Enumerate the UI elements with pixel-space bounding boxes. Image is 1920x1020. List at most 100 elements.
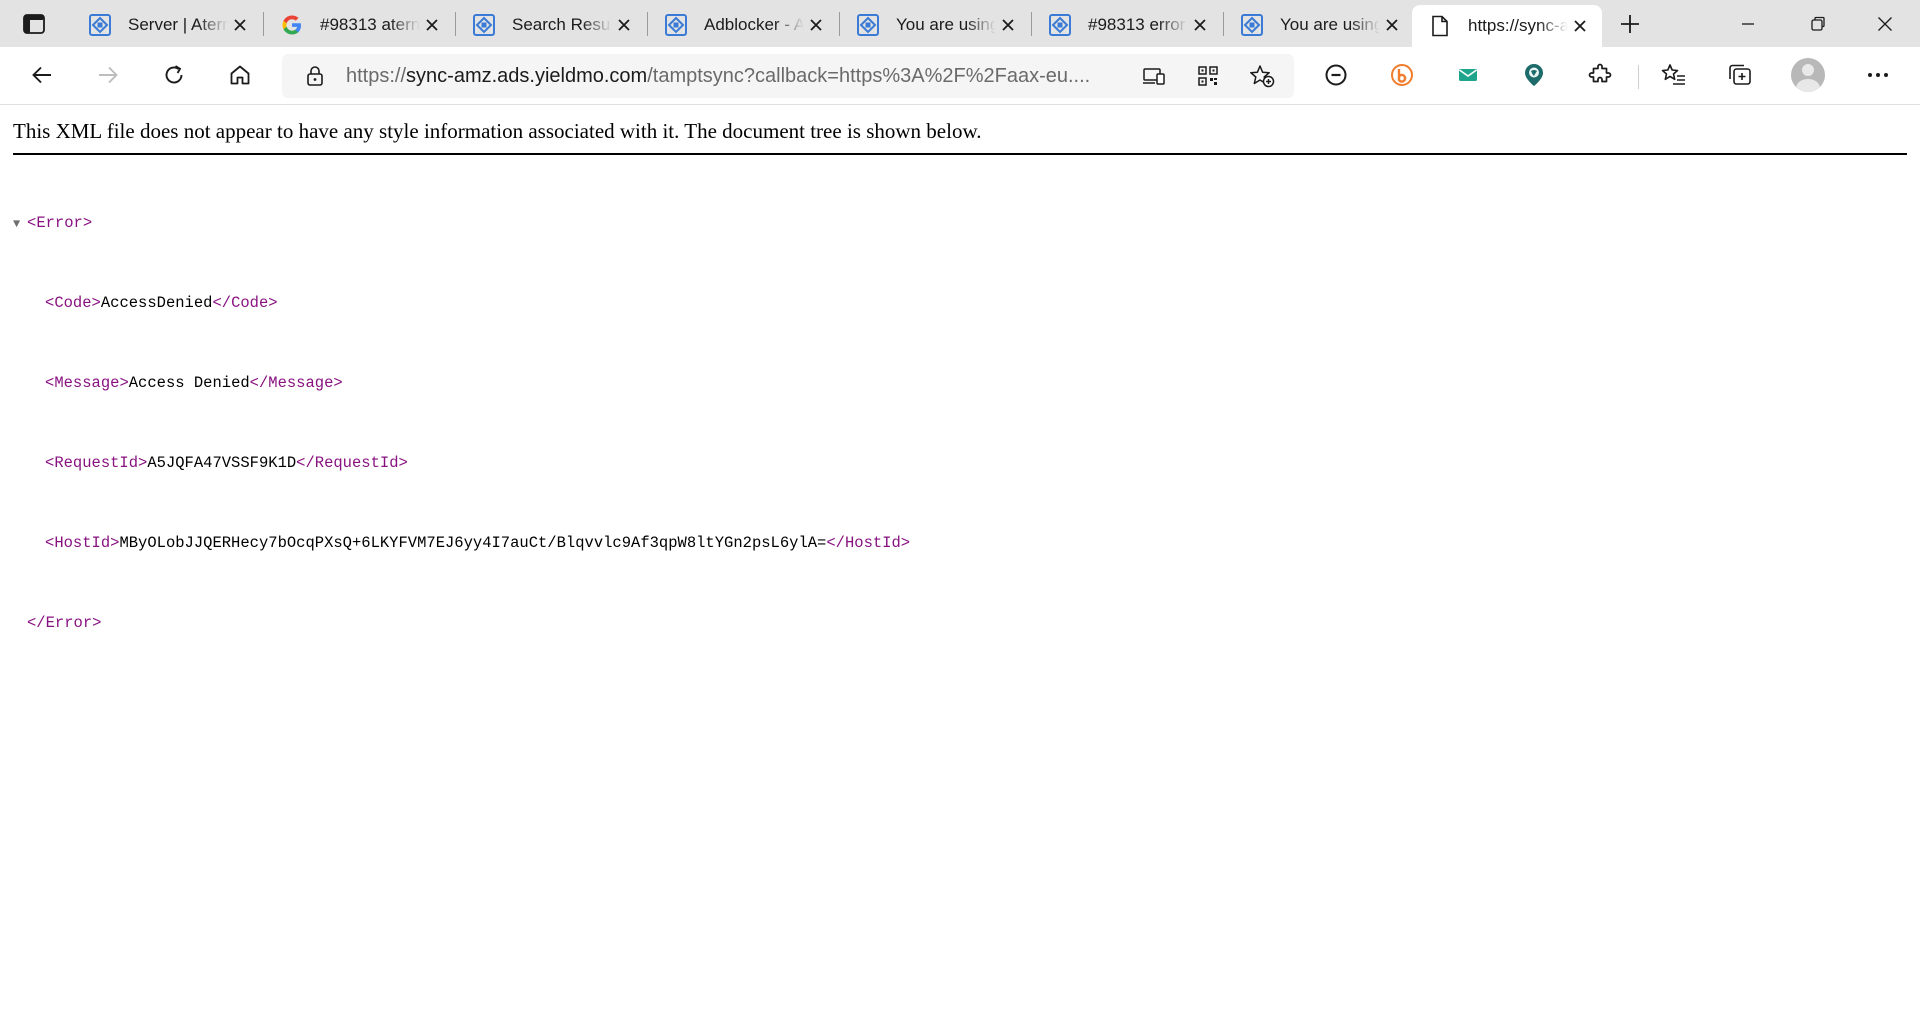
xml-tag-name: RequestId: [54, 454, 139, 472]
extension-globe-button[interactable]: [1514, 55, 1554, 95]
tab-actions-button[interactable]: [14, 7, 54, 41]
extension-adblock-button[interactable]: [1316, 55, 1356, 95]
xml-style-info-message: This XML file does not appear to have an…: [13, 119, 982, 143]
qr-code-icon[interactable]: [1188, 56, 1228, 96]
home-button[interactable]: [220, 55, 260, 95]
xml-tag-close: </Message>: [249, 374, 343, 392]
avatar: [1791, 58, 1825, 92]
xml-tag-close: </Code>: [212, 294, 278, 312]
xml-tag-name: Message: [268, 374, 334, 392]
minimize-button[interactable]: [1715, 0, 1781, 47]
xml-root-open-line: ▼ <Error>: [13, 213, 910, 233]
xml-element-line: <HostId>MByOLobJJQERHecy7bOcqPXsQ+6LKYFV…: [13, 533, 910, 553]
extension-mail-button[interactable]: [1448, 55, 1488, 95]
collapse-triangle-icon[interactable]: ▼: [13, 214, 27, 234]
navigation-toolbar: https://sync-amz.ads.yieldmo.com/tamptsy…: [0, 47, 1920, 105]
tab-title: #98313 aternos: [320, 14, 420, 34]
xml-tag-open: <RequestId>: [45, 454, 148, 472]
divider: [13, 153, 1907, 155]
xml-value: AccessDenied: [100, 294, 213, 312]
tab-title: #98313 error: [1088, 14, 1186, 34]
tab-4[interactable]: Adblocker - Aternos: [648, 5, 838, 44]
xml-tag-name: HostId: [844, 534, 901, 552]
plus-icon: [1621, 15, 1639, 33]
close-icon[interactable]: [1568, 14, 1592, 38]
url-text[interactable]: https://sync-amz.ads.yieldmo.com/tamptsy…: [346, 65, 1106, 88]
refresh-button[interactable]: [154, 55, 194, 95]
profile-button[interactable]: [1788, 55, 1828, 95]
minus-circle-icon: [1325, 64, 1347, 86]
tab-7[interactable]: You are using an adblocker: [1224, 5, 1414, 44]
aternos-icon: [1240, 13, 1264, 37]
close-icon[interactable]: [228, 13, 252, 37]
xml-tag-open: <Code>: [45, 294, 101, 312]
forward-button[interactable]: [88, 55, 128, 95]
close-icon[interactable]: [1380, 13, 1404, 37]
tab-title: You are using an adblocker: [1280, 14, 1380, 34]
xml-value: MByOLobJJQERHecy7bOcqPXsQ+6LKYFVM7EJ6yy4…: [119, 534, 827, 552]
tab-title: Adblocker - Aternos: [704, 14, 804, 34]
xml-tag-close: </HostId>: [826, 534, 911, 552]
tab-2[interactable]: #98313 aternos: [264, 5, 454, 44]
page-content: This XML file does not appear to have an…: [0, 105, 1920, 1020]
url-scheme: https://: [346, 64, 407, 87]
extensions-button[interactable]: [1580, 55, 1620, 95]
address-bar[interactable]: https://sync-amz.ads.yieldmo.com/tamptsy…: [282, 54, 1294, 98]
xml-value: A5JQFA47VSSF9K1D: [147, 454, 297, 472]
xml-tag-open: <Message>: [45, 374, 129, 392]
tab-1[interactable]: Server | Aternos: [72, 5, 262, 44]
xml-root-close-line: </Error>: [13, 613, 910, 633]
aternos-icon: [472, 13, 496, 37]
xml-tag-name: HostId: [54, 534, 111, 552]
xml-element-line: <Message>Access Denied</Message>: [13, 373, 910, 393]
aternos-icon: [1048, 13, 1072, 37]
close-icon[interactable]: [612, 13, 636, 37]
xml-tag-name: Code: [54, 294, 92, 312]
lock-icon[interactable]: [292, 65, 338, 87]
xml-element-line: <RequestId>A5JQFA47VSSF9K1D</RequestId>: [13, 453, 910, 473]
more-options-icon: [1868, 73, 1888, 77]
tab-title: https://sync-amz.ads.yieldmo.com: [1468, 16, 1568, 35]
add-favorite-icon[interactable]: [1242, 56, 1282, 96]
collections-button[interactable]: [1720, 55, 1760, 95]
tab-5[interactable]: You are using an adblocker: [840, 5, 1030, 44]
close-window-button[interactable]: [1852, 0, 1918, 47]
new-tab-button[interactable]: [1612, 7, 1648, 41]
mail-icon: [1459, 69, 1477, 81]
refresh-icon: [165, 65, 183, 84]
xml-value: Access Denied: [128, 374, 250, 392]
close-icon[interactable]: [1188, 13, 1212, 37]
url-host: sync-amz.ads.yieldmo.com: [406, 64, 648, 87]
restore-icon: [1811, 16, 1825, 31]
extension-orange-button[interactable]: [1382, 55, 1422, 95]
tab-6[interactable]: #98313 error: [1032, 5, 1222, 44]
back-arrow-icon: [32, 66, 51, 84]
close-icon[interactable]: [420, 13, 444, 37]
tab-title: Server | Aternos: [128, 14, 228, 34]
app-available-icon[interactable]: [1134, 56, 1174, 96]
home-icon: [230, 65, 250, 85]
back-button[interactable]: [22, 55, 62, 95]
tab-actions-icon: [23, 14, 45, 34]
orange-b-icon: [1391, 64, 1413, 86]
close-icon[interactable]: [804, 13, 828, 37]
minimize-icon: [1742, 22, 1754, 25]
aternos-icon: [88, 13, 112, 37]
forward-arrow-icon: [99, 66, 118, 84]
favorites-list-icon: [1661, 64, 1685, 85]
xml-element-line: <Code>AccessDenied</Code>: [13, 293, 910, 313]
google-icon: [280, 13, 304, 37]
xml-tag-name: Error: [45, 614, 93, 632]
favorites-button[interactable]: [1654, 55, 1694, 95]
restore-button[interactable]: [1785, 0, 1851, 47]
tab-3[interactable]: Search Results: [456, 5, 646, 44]
tab-8-active[interactable]: https://sync-amz.ads.yieldmo.com: [1412, 5, 1602, 47]
tab-strip: Server | Aternos #98313 aternos Search R…: [0, 0, 1920, 47]
close-icon[interactable]: [996, 13, 1020, 37]
globe-pin-icon: [1525, 64, 1543, 86]
settings-more-button[interactable]: [1858, 55, 1898, 95]
xml-tag-name: Message: [54, 374, 120, 392]
url-path: /tamptsync?callback=https%3A%2F%2Faax-eu…: [647, 64, 1091, 87]
xml-document-tree: ▼ <Error> <Code>AccessDenied</Code> <Mess…: [13, 173, 910, 673]
aternos-icon: [664, 13, 688, 37]
